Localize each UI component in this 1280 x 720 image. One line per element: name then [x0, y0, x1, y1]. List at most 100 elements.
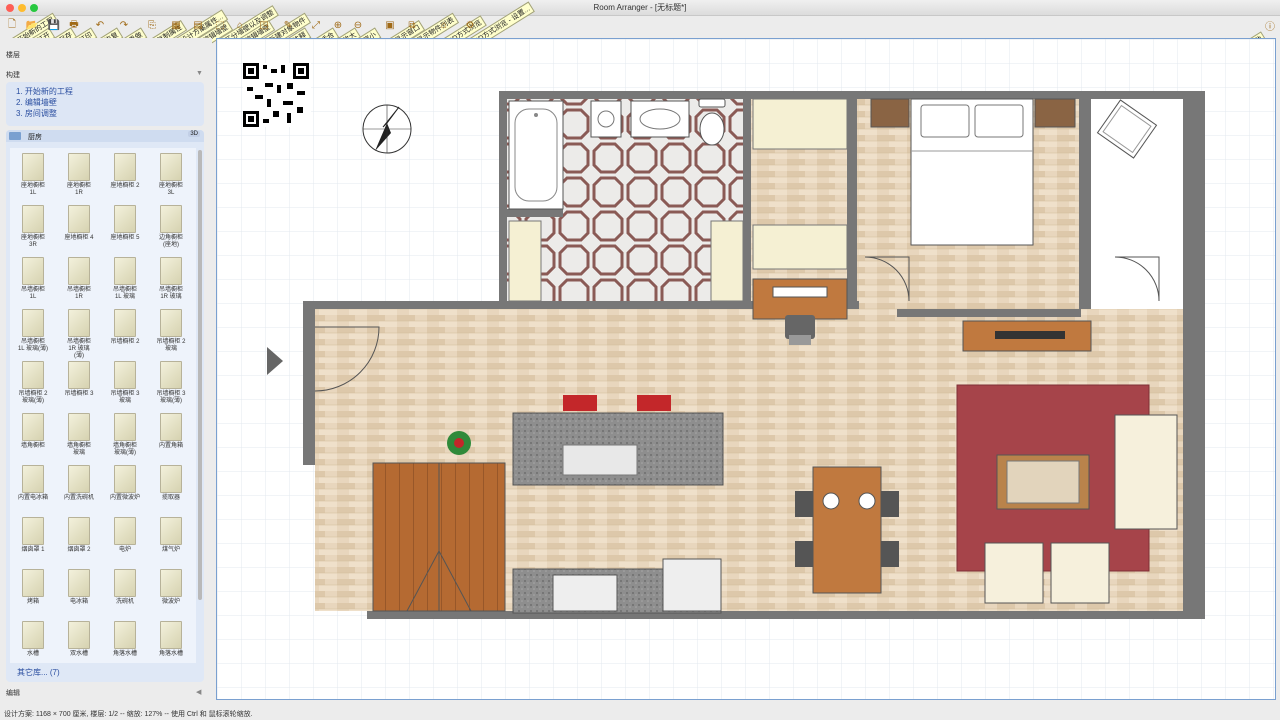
library-item[interactable]: 角落水槽	[106, 618, 144, 663]
dining-table[interactable]	[812, 466, 882, 594]
library-item[interactable]: 烟囱罩 2	[60, 514, 98, 564]
bar-stool-2[interactable]	[637, 395, 671, 411]
library-item[interactable]: 座地橱柜 4	[60, 202, 98, 252]
compass-icon[interactable]	[362, 104, 412, 154]
library-item[interactable]: 吊墙橱柜 1R	[60, 254, 98, 304]
library-item[interactable]: 座地橱柜 2	[106, 150, 144, 200]
library-item[interactable]: 双水槽	[60, 618, 98, 663]
library-item[interactable]: 吊墙橱柜 3 玻璃(薄)	[152, 358, 190, 408]
tv[interactable]	[995, 331, 1065, 339]
armchair-right[interactable]	[1050, 542, 1110, 604]
library-item[interactable]: 电冰箱	[60, 566, 98, 616]
library-item[interactable]: 座地橱柜 3R	[14, 202, 52, 252]
3d-settings-icon[interactable]: ⚙	[462, 17, 478, 33]
save-icon[interactable]: 💾	[46, 17, 62, 33]
double-bed[interactable]	[910, 98, 1034, 246]
view-window-icon[interactable]: ▣	[382, 17, 398, 33]
bar-stool-1[interactable]	[563, 395, 597, 411]
armchair-left[interactable]	[984, 542, 1044, 604]
edit-wall-icon[interactable]: ▤	[190, 17, 206, 33]
library-item-label: 双水槽	[69, 651, 88, 657]
wardrobe-top[interactable]	[752, 98, 848, 150]
library-item-label: 吊墙橱柜 2	[110, 339, 140, 345]
step-new-project[interactable]: 1. 开始新的工程	[16, 86, 194, 97]
3d-badge[interactable]: 3D	[188, 131, 200, 137]
library-item[interactable]: 座地橱柜 1L	[14, 150, 52, 200]
print-icon[interactable]: 🖶	[66, 17, 82, 33]
cabinet-bath-left[interactable]	[508, 220, 542, 302]
room-icon[interactable]: ⬚	[212, 17, 228, 33]
library-item[interactable]: 揽取器	[152, 462, 190, 512]
library-item[interactable]: 烤箱	[14, 566, 52, 616]
library-item[interactable]: 内置洗碗机	[60, 462, 98, 512]
library-item[interactable]: 洗碗机	[106, 566, 144, 616]
library-item[interactable]: 吊墙橱柜 1R 玻璃	[152, 254, 190, 304]
door-icon[interactable]: ⌂	[232, 17, 248, 33]
floor-plan-canvas[interactable]	[216, 38, 1276, 700]
office-chair[interactable]	[785, 315, 815, 345]
section-collapse-icon[interactable]: ▼	[196, 70, 203, 77]
cabinet-thumbnail-icon	[114, 361, 136, 389]
library-item[interactable]: 座地橱柜 1R	[60, 150, 98, 200]
wardrobe-bottom[interactable]	[752, 224, 848, 270]
cabinet-bath-right[interactable]	[710, 220, 744, 302]
edit-section-label[interactable]: 编辑	[6, 688, 20, 698]
toilet[interactable]	[698, 98, 726, 146]
library-item[interactable]: 墙角橱柜 玻璃(薄)	[106, 410, 144, 460]
library-item[interactable]: 吊墙橱柜 3	[60, 358, 98, 408]
step-edit-walls[interactable]: 2. 编辑墙壁	[16, 97, 194, 108]
undo-icon[interactable]: ↶	[92, 17, 108, 33]
copy-icon[interactable]: ⎘	[144, 17, 160, 33]
step-room-adjust[interactable]: 3. 房间调整	[16, 108, 194, 119]
sofa[interactable]	[1114, 414, 1178, 530]
library-item[interactable]: 角落水槽	[152, 618, 190, 663]
more-libraries-link[interactable]: 其它库... (7)	[17, 667, 60, 678]
library-item[interactable]: 吊墙橱柜 1R 玻璃 (薄)	[60, 306, 98, 359]
library-item[interactable]: 水槽	[14, 618, 52, 663]
build-section-label[interactable]: 构建	[6, 70, 20, 80]
library-item[interactable]: 座地橱柜 5	[106, 202, 144, 252]
library-header[interactable]: 厨房 3D	[6, 130, 204, 142]
library-item[interactable]: 吊墙橱柜 3 玻璃	[106, 358, 144, 408]
help-button[interactable]: ⓘ	[1262, 17, 1278, 33]
project-settings-icon[interactable]: ▦	[168, 17, 184, 33]
library-item[interactable]: 内置微波炉	[106, 462, 144, 512]
library-item[interactable]: 内置电冰箱	[14, 462, 52, 512]
floor-plan-svg[interactable]	[217, 39, 1276, 700]
zoom-in-icon[interactable]: ⊕	[330, 17, 346, 33]
library-item[interactable]: 煤气炉	[152, 514, 190, 564]
library-item[interactable]: 内置角箱	[152, 410, 190, 460]
range-hood[interactable]	[552, 574, 618, 612]
zoom-fit-icon[interactable]: ⤢	[308, 17, 324, 33]
desk[interactable]	[752, 278, 848, 320]
library-item[interactable]: 吊墙橱柜 1L	[14, 254, 52, 304]
library-item[interactable]: 墙角橱柜 玻璃	[60, 410, 98, 460]
nightstand-right[interactable]	[1034, 98, 1076, 128]
multi-view-icon[interactable]: ⧉	[404, 17, 420, 33]
nightstand-left[interactable]	[870, 98, 910, 128]
library-item[interactable]: 微波炉	[152, 566, 190, 616]
library-item[interactable]: 电炉	[106, 514, 144, 564]
library-scrollbar[interactable]	[198, 150, 202, 600]
kitchen-sink[interactable]	[562, 444, 638, 476]
library-item[interactable]: 边角橱柜 (座地)	[152, 202, 190, 252]
bathtub[interactable]	[508, 100, 564, 210]
library-item[interactable]: 座地橱柜 3L	[152, 150, 190, 200]
library-item[interactable]: 烟囱罩 1	[14, 514, 52, 564]
plant-icon[interactable]	[447, 431, 471, 455]
library-item[interactable]: 吊墙橱柜 2 玻璃(薄)	[14, 358, 52, 408]
new-project-icon[interactable]: 🗋	[4, 17, 20, 33]
library-item[interactable]: 吊墙橱柜 2	[106, 306, 144, 356]
open-icon[interactable]: 📂	[24, 17, 40, 33]
3d-view-icon[interactable]: ⌂	[436, 17, 452, 33]
note-icon[interactable]: ✎	[280, 17, 296, 33]
object-icon[interactable]: ◳	[256, 17, 272, 33]
redo-icon[interactable]: ↷	[116, 17, 132, 33]
library-item[interactable]: 墙角橱柜	[14, 410, 52, 460]
edit-collapse-icon[interactable]: ◀	[196, 688, 201, 696]
library-item[interactable]: 吊墙橱柜 2 玻璃	[152, 306, 190, 356]
stove[interactable]	[662, 558, 722, 612]
library-item[interactable]: 吊墙橱柜 1L 玻璃(薄)	[14, 306, 52, 356]
zoom-out-icon[interactable]: ⊖	[350, 17, 366, 33]
library-item[interactable]: 吊墙橱柜 1L 玻璃	[106, 254, 144, 304]
